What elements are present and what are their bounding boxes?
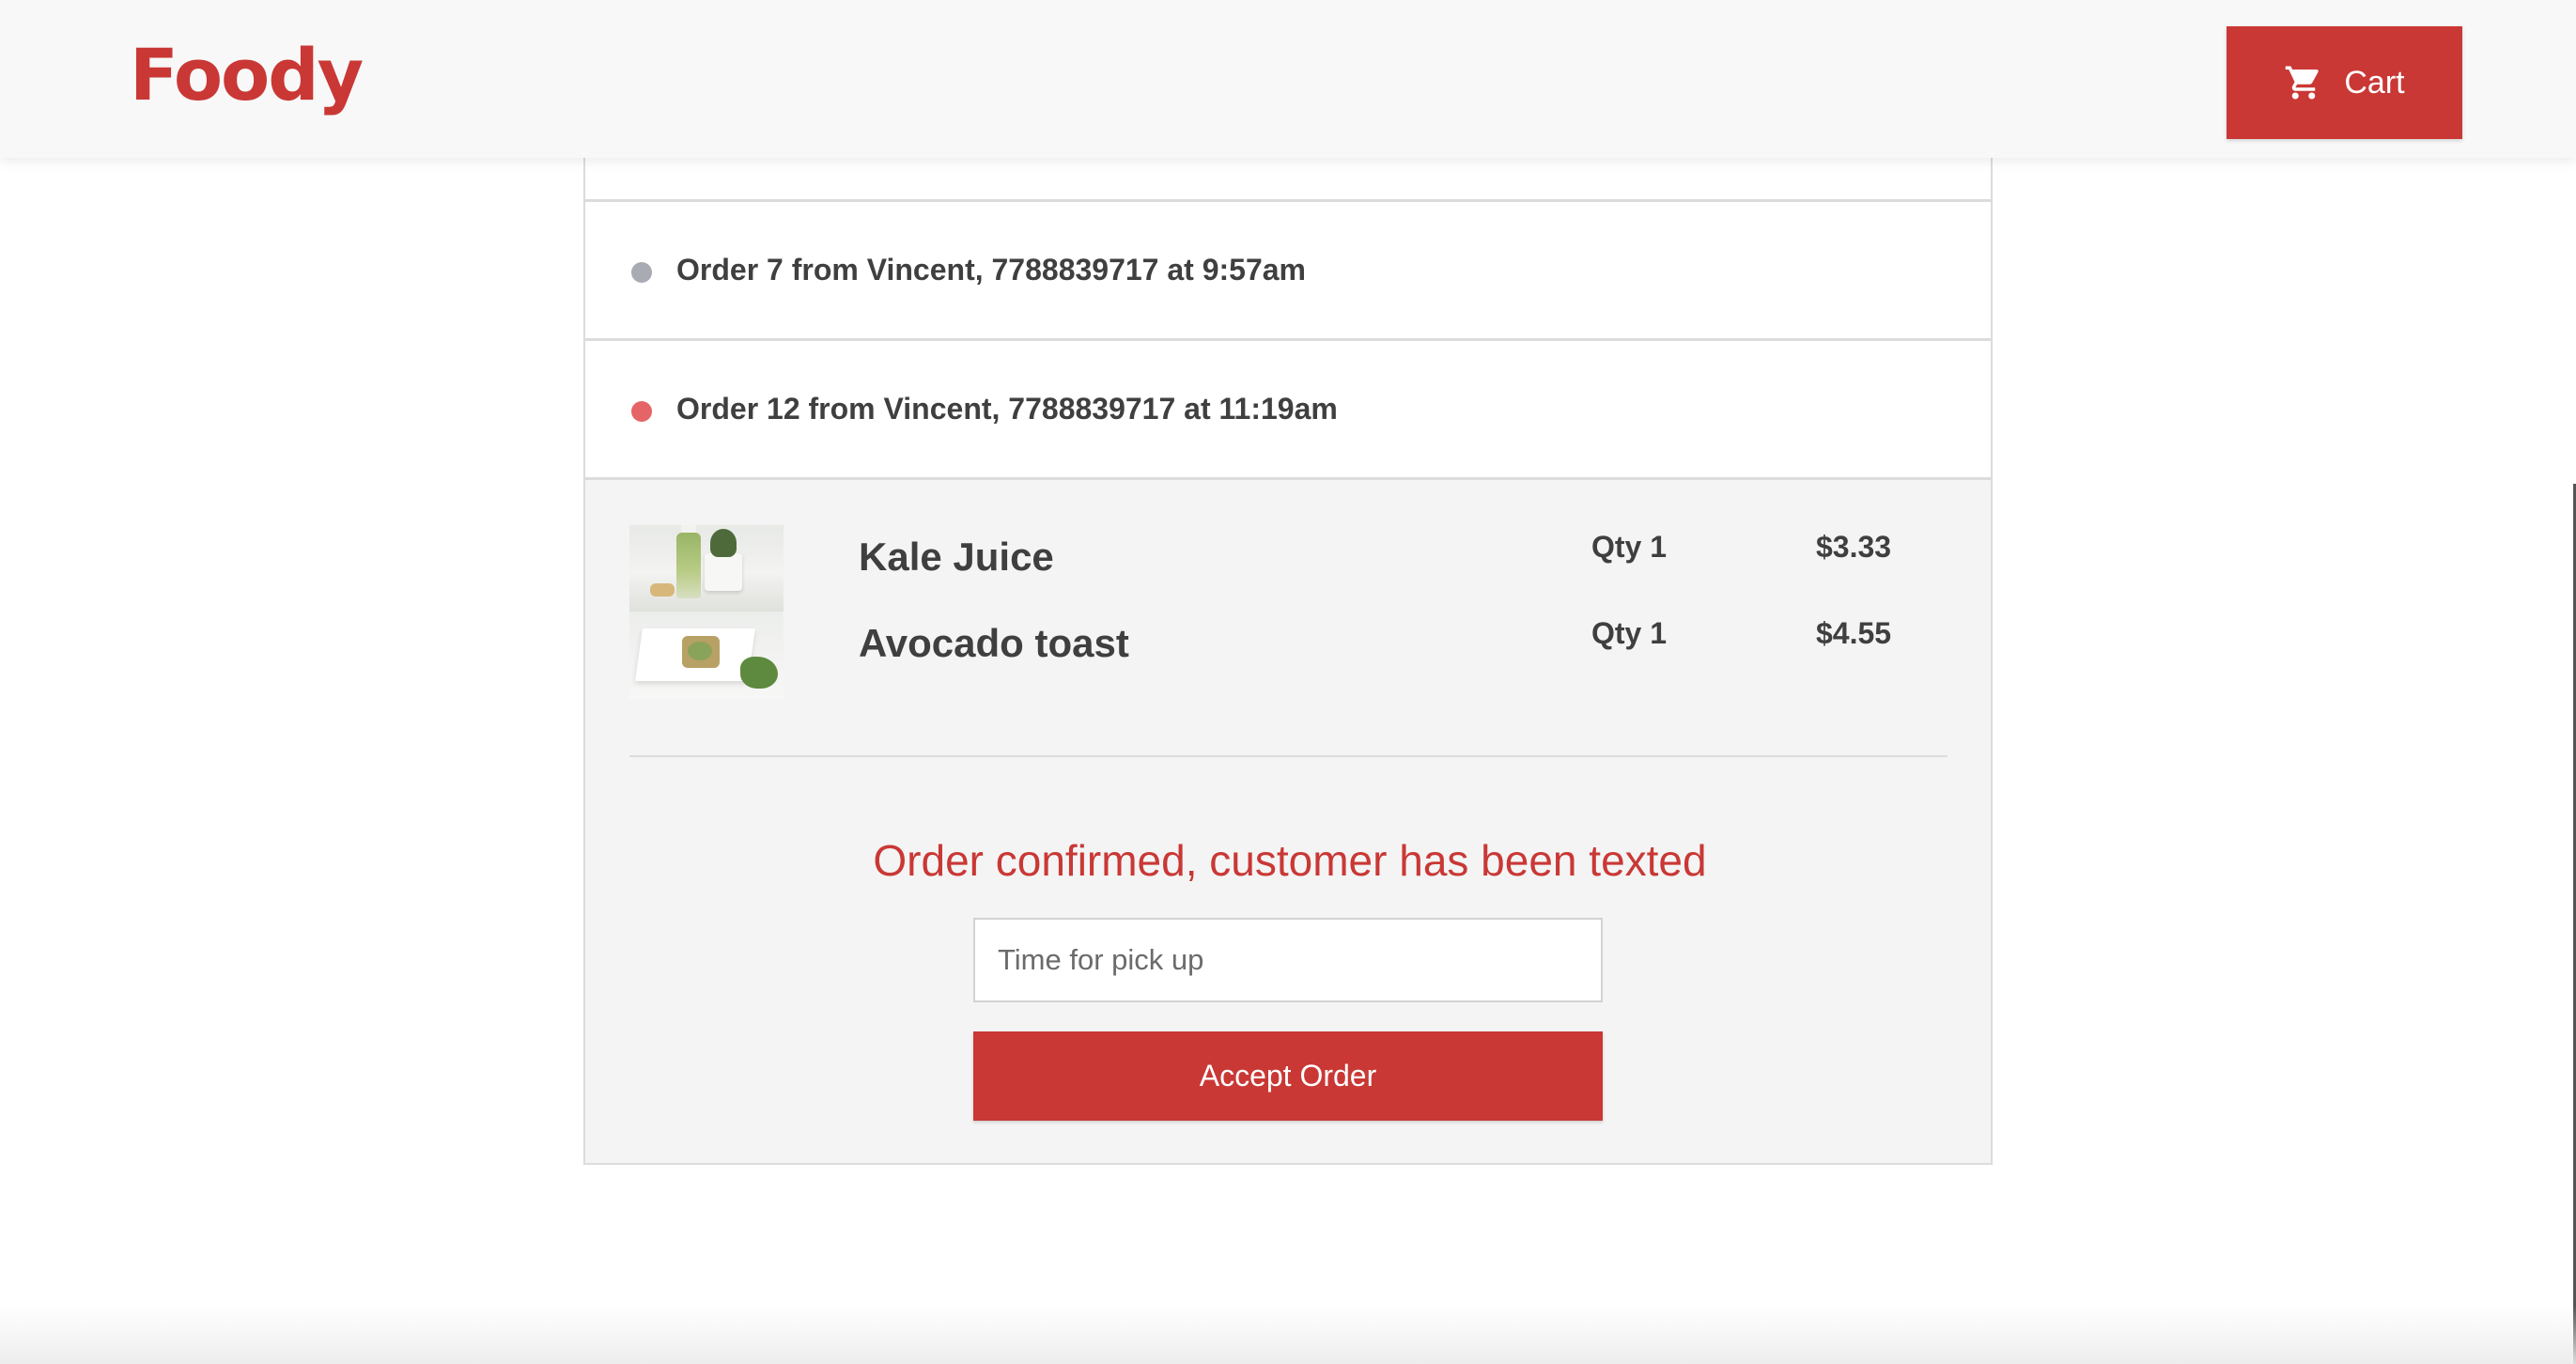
- status-dot-icon: [631, 400, 652, 422]
- divider: [629, 755, 1948, 757]
- item-name: Avocado toast: [859, 621, 1129, 665]
- page: Foody Cart Order 7 from Vincent, 7788839…: [0, 0, 2576, 1364]
- pickup-time-input[interactable]: [973, 918, 1603, 1002]
- foody-logo[interactable]: Foody: [130, 28, 364, 122]
- bottom-shadow: [0, 1306, 2576, 1364]
- accept-order-button[interactable]: Accept Order: [973, 1031, 1603, 1121]
- item-qty: Qty 1: [1591, 616, 1668, 650]
- item-qty: Qty 1: [1591, 530, 1668, 564]
- status-dot-icon: [631, 261, 652, 283]
- shopping-cart-icon: [2286, 66, 2320, 100]
- item-price: $3.33: [1816, 530, 1892, 564]
- cart-label: Cart: [2344, 64, 2405, 101]
- orders-list: Order 7 from Vincent, 7788839717 at 9:57…: [583, 113, 1993, 1165]
- order-row[interactable]: Order 12 from Vincent, 7788839717 at 11:…: [585, 341, 1991, 480]
- confirmation-message: Order confirmed, customer has been texte…: [873, 836, 1707, 885]
- order-label: Order 7 from Vincent, 7788839717 at 9:57…: [676, 253, 1306, 287]
- order-item: Avocado toast Qty 1 $4.55: [585, 610, 1994, 666]
- order-detail-panel: Kale Juice Qty 1 $3.33 Avocado toast Qty…: [585, 480, 1991, 1165]
- order-label: Order 12 from Vincent, 7788839717 at 11:…: [676, 392, 1338, 426]
- app-header: Foody Cart: [0, 0, 2576, 158]
- item-name: Kale Juice: [859, 535, 1054, 579]
- cart-button[interactable]: Cart: [2227, 26, 2462, 139]
- order-row[interactable]: Order 7 from Vincent, 7788839717 at 9:57…: [585, 202, 1991, 341]
- item-price: $4.55: [1816, 616, 1892, 650]
- order-item: Kale Juice Qty 1 $3.33: [585, 523, 1994, 580]
